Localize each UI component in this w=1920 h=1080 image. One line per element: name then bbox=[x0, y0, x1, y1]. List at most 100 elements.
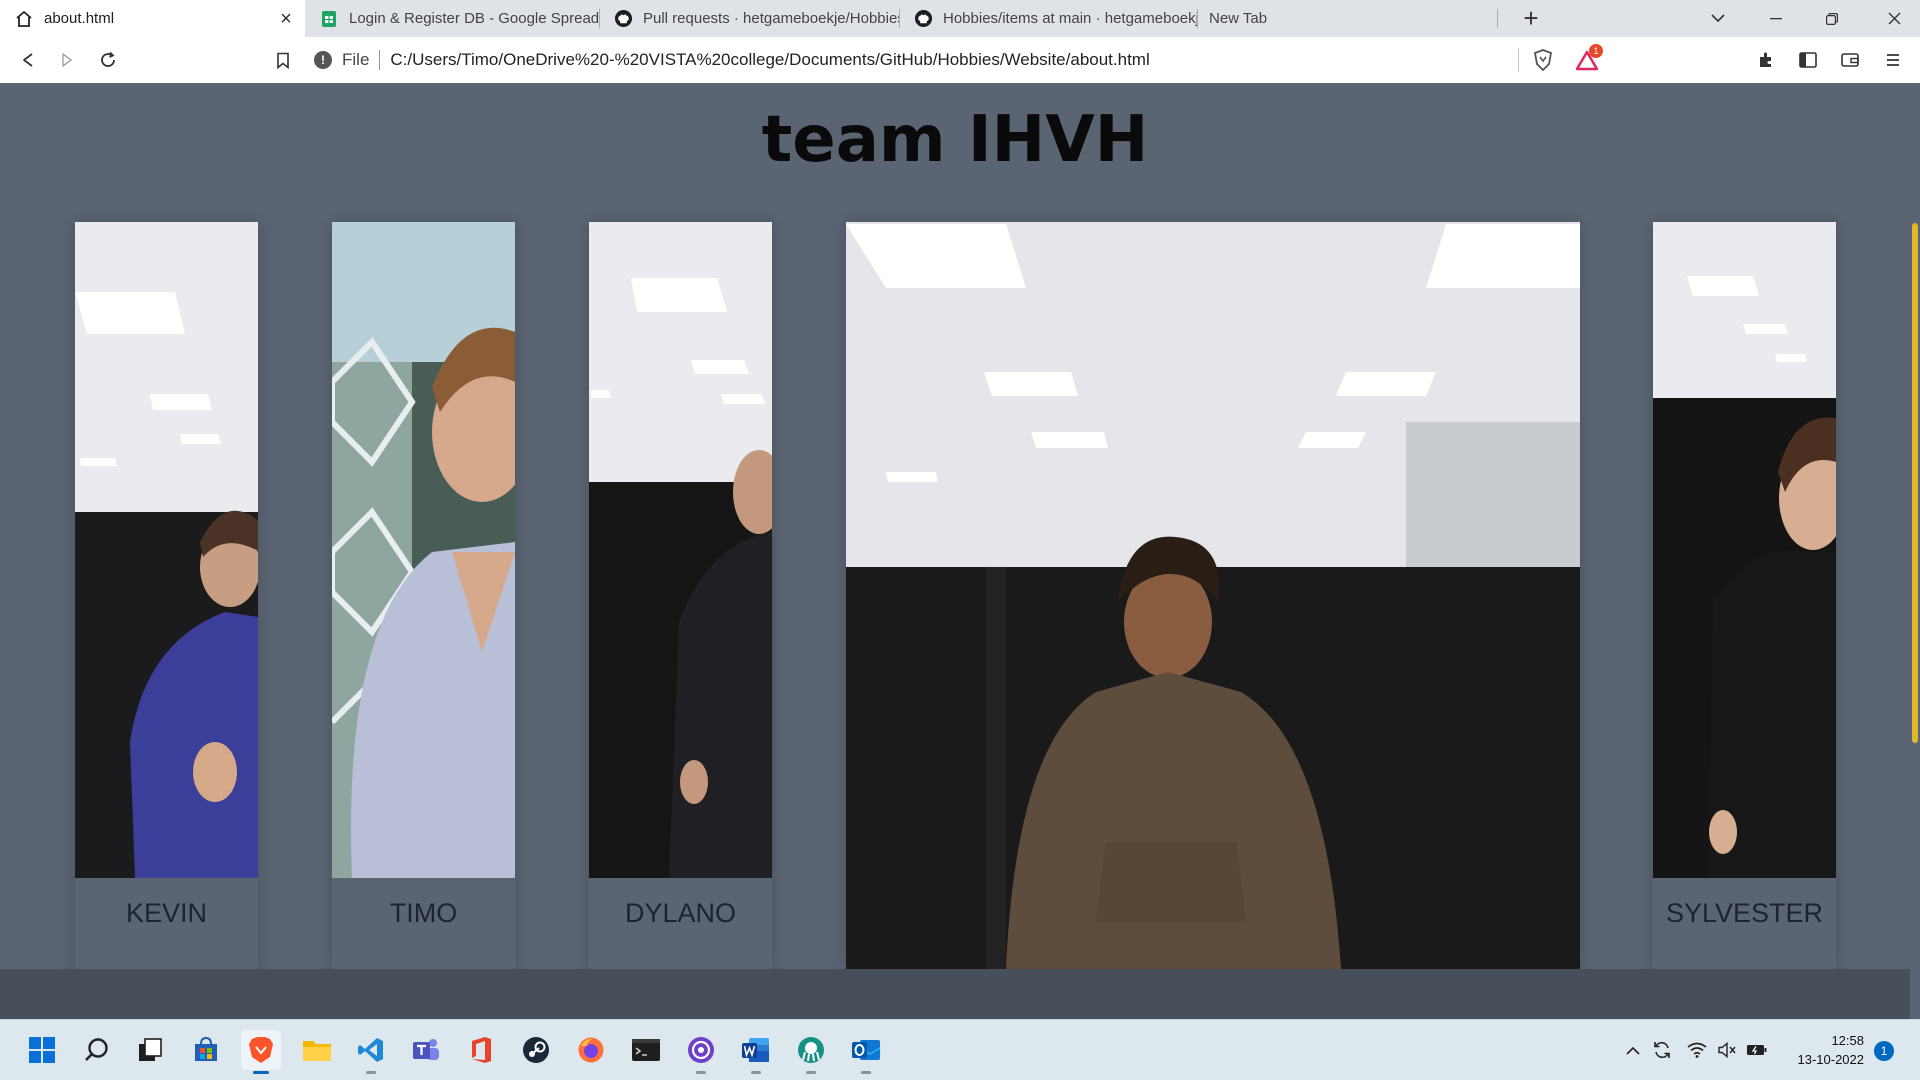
search-button[interactable] bbox=[77, 1030, 117, 1070]
taskbar-file-explorer[interactable] bbox=[297, 1030, 337, 1070]
tab-hobbies-items[interactable]: Hobbies/items at main · hetgameboekje/Ho… bbox=[899, 0, 1197, 37]
member-card-kevin: KEVIN bbox=[75, 222, 258, 972]
notification-badge: 1 bbox=[1589, 44, 1603, 58]
back-button[interactable] bbox=[13, 45, 43, 75]
start-button[interactable] bbox=[22, 1030, 62, 1070]
taskbar-github-desktop[interactable] bbox=[681, 1030, 721, 1074]
member-name: TIMO bbox=[389, 898, 458, 928]
start-icon bbox=[29, 1037, 55, 1063]
page-content: team IHVH KEVIN TIMO DYLANO SYLVESTER bbox=[0, 83, 1920, 1019]
task-view-button[interactable] bbox=[130, 1030, 170, 1070]
wifi-icon[interactable] bbox=[1686, 1039, 1708, 1061]
show-hidden-icons-button[interactable] bbox=[1622, 1039, 1644, 1061]
taskbar-vscode[interactable] bbox=[351, 1030, 391, 1074]
info-icon[interactable]: ! bbox=[314, 51, 332, 69]
member-photo bbox=[1653, 222, 1836, 878]
clock[interactable]: 12:58 13-10-2022 bbox=[1784, 1031, 1865, 1069]
member-name: KEVIN bbox=[125, 898, 208, 928]
member-card-sylvester: SYLVESTER bbox=[1653, 222, 1836, 972]
github-icon bbox=[913, 9, 933, 29]
member-photo bbox=[332, 222, 515, 878]
close-icon bbox=[1888, 12, 1900, 25]
back-arrow-icon bbox=[23, 53, 33, 67]
brave-shields-icon[interactable] bbox=[1530, 47, 1556, 73]
member-photo bbox=[589, 222, 772, 878]
brave-icon bbox=[249, 1037, 273, 1063]
firefox-icon bbox=[578, 1037, 604, 1063]
taskbar-teams[interactable] bbox=[406, 1030, 446, 1070]
office-icon bbox=[472, 1037, 491, 1063]
file-explorer-icon bbox=[303, 1041, 331, 1061]
tab-title: Pull requests · hetgameboekje/Hobbies bbox=[643, 10, 899, 27]
tab-bar: about.html × Login & Register DB - Googl… bbox=[0, 0, 1920, 37]
minimize-icon bbox=[1770, 17, 1782, 19]
outlook-icon bbox=[852, 1040, 881, 1060]
sheets-icon bbox=[319, 9, 339, 29]
github-desktop-icon bbox=[688, 1037, 714, 1063]
chevron-up-icon bbox=[1626, 1046, 1640, 1055]
reload-icon bbox=[101, 51, 115, 67]
taskbar-gitkraken[interactable] bbox=[791, 1030, 831, 1074]
terminal-icon bbox=[632, 1039, 660, 1061]
new-tab-button[interactable]: + bbox=[1516, 4, 1546, 34]
taskbar-outlook[interactable] bbox=[846, 1030, 886, 1074]
forward-button[interactable] bbox=[52, 45, 82, 75]
page-title: team IHVH bbox=[761, 103, 1149, 177]
scrollbar-thumb[interactable] bbox=[1912, 223, 1918, 743]
tab-about[interactable]: about.html × bbox=[0, 0, 305, 37]
clock-time: 12:58 bbox=[1831, 1033, 1864, 1048]
word-icon bbox=[742, 1038, 769, 1062]
chevron-down-icon bbox=[1711, 14, 1725, 23]
brave-rewards-icon[interactable]: 1 bbox=[1574, 44, 1603, 73]
member-name: DYLANO bbox=[624, 898, 737, 928]
taskbar-office[interactable] bbox=[461, 1030, 501, 1070]
close-icon[interactable]: × bbox=[275, 8, 297, 30]
sidebar-icon[interactable] bbox=[1795, 47, 1821, 73]
bookmark-icon bbox=[277, 52, 289, 69]
store-icon bbox=[195, 1036, 217, 1061]
wallet-icon[interactable] bbox=[1837, 47, 1863, 73]
taskbar-word[interactable] bbox=[736, 1030, 776, 1074]
taskbar-terminal[interactable] bbox=[626, 1030, 666, 1070]
page-footer bbox=[0, 969, 1910, 1019]
extensions-icon[interactable] bbox=[1753, 47, 1779, 73]
tab-spreadsheet[interactable]: Login & Register DB - Google Spreadsheet… bbox=[305, 0, 599, 37]
notification-badge[interactable]: 1 bbox=[1874, 1041, 1894, 1061]
steam-icon bbox=[523, 1037, 549, 1063]
close-window-button[interactable] bbox=[1868, 0, 1920, 37]
vscode-icon bbox=[358, 1038, 383, 1062]
member-card-dylano: DYLANO bbox=[589, 222, 772, 972]
bookmark-button[interactable] bbox=[268, 45, 298, 75]
taskbar-steam[interactable] bbox=[516, 1030, 556, 1070]
tab-title: Hobbies/items at main · hetgameboekje/Ho… bbox=[943, 10, 1197, 27]
menu-icon[interactable] bbox=[1880, 47, 1906, 73]
url-text[interactable]: C:/Users/Timo/OneDrive%20-%20VISTA%20col… bbox=[390, 50, 1149, 70]
taskbar-brave[interactable] bbox=[241, 1030, 281, 1074]
reload-button[interactable] bbox=[93, 45, 123, 75]
member-card-timo: TIMO bbox=[332, 222, 515, 972]
tab-title: Login & Register DB - Google Spreadsheet… bbox=[349, 10, 599, 27]
tab-search-button[interactable] bbox=[1695, 0, 1741, 37]
restore-button[interactable] bbox=[1809, 0, 1855, 37]
member-photo bbox=[75, 222, 258, 878]
tab-new-tab[interactable]: New Tab bbox=[1197, 0, 1497, 37]
minimize-button[interactable] bbox=[1753, 0, 1799, 37]
taskbar-firefox[interactable] bbox=[571, 1030, 611, 1070]
github-icon bbox=[613, 9, 633, 29]
teams-icon bbox=[413, 1039, 439, 1060]
taskbar-store[interactable] bbox=[186, 1030, 226, 1070]
home-icon bbox=[14, 9, 34, 29]
member-name: SYLVESTER bbox=[1665, 898, 1824, 928]
volume-muted-icon[interactable] bbox=[1716, 1039, 1738, 1061]
tab-title: New Tab bbox=[1209, 10, 1268, 27]
address-bar[interactable]: ! File C:/Users/Timo/OneDrive%20-%20VIST… bbox=[314, 42, 1519, 78]
url-scheme: File bbox=[342, 50, 370, 69]
search-icon bbox=[85, 1038, 108, 1061]
sync-icon[interactable] bbox=[1651, 1039, 1673, 1061]
battery-charging-icon[interactable] bbox=[1746, 1039, 1768, 1061]
toolbar: ! File C:/Users/Timo/OneDrive%20-%20VIST… bbox=[0, 37, 1920, 83]
tab-pull-requests[interactable]: Pull requests · hetgameboekje/Hobbies bbox=[599, 0, 899, 37]
member-card-expanded bbox=[846, 222, 1580, 969]
gitkraken-icon bbox=[798, 1037, 824, 1063]
forward-arrow-icon bbox=[62, 53, 72, 67]
